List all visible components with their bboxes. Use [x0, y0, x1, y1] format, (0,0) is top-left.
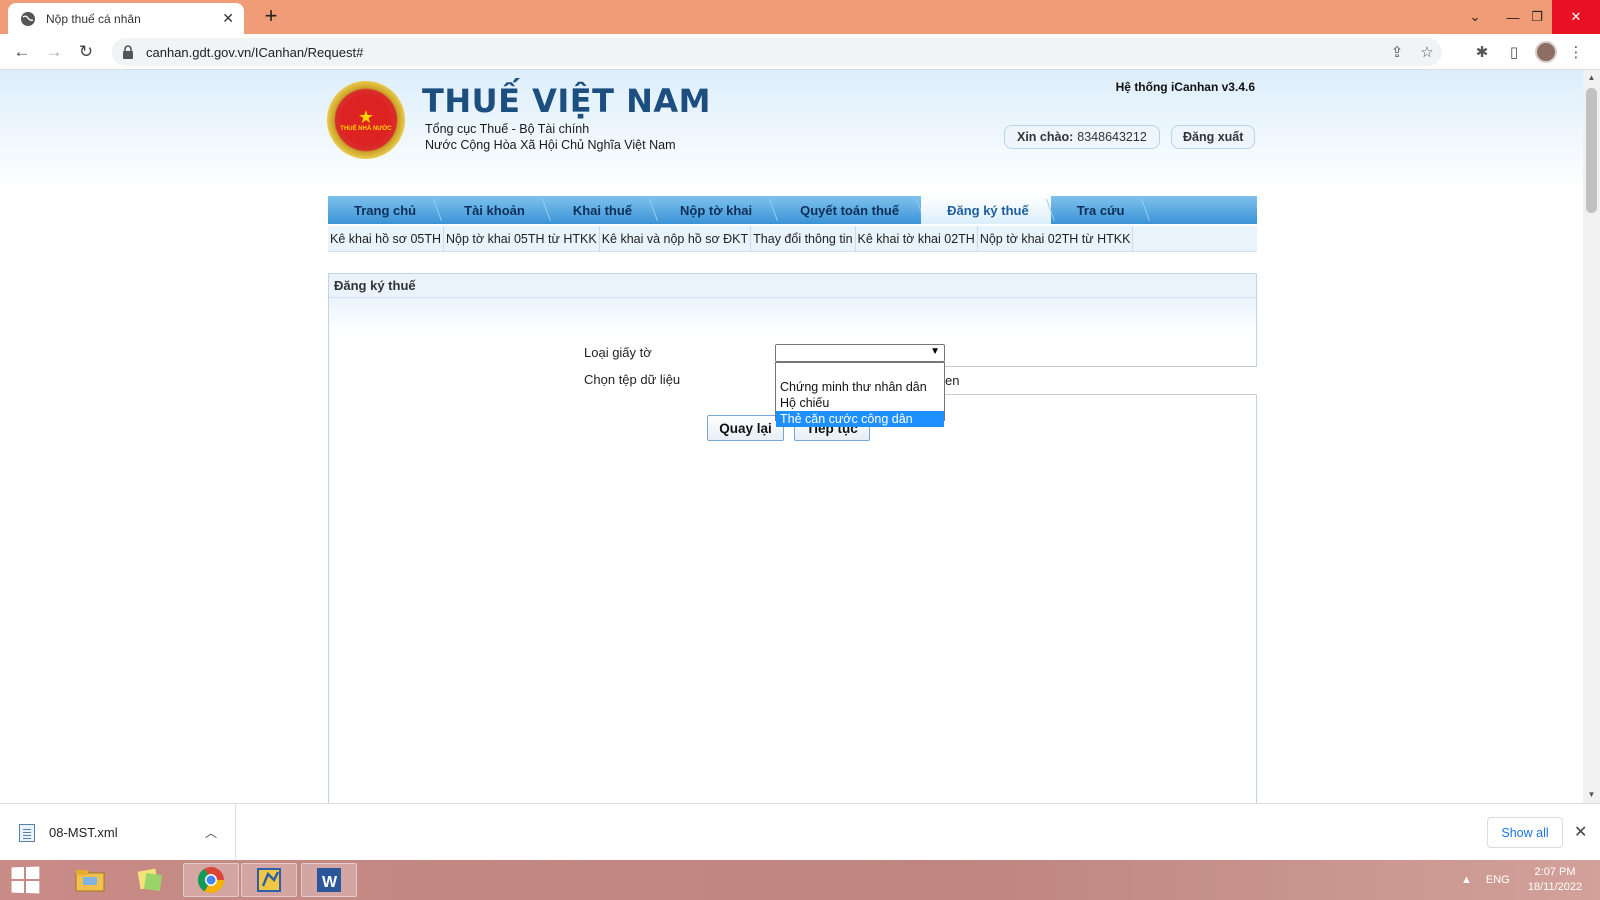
address-bar[interactable]: canhan.gdt.gov.vn/ICanhan/Request# ⇪ ☆ [112, 38, 1442, 66]
sub-nav: Kê khai hồ sơ 05TH Nộp tờ khai 05TH từ H… [328, 226, 1257, 252]
close-tab-icon[interactable]: ✕ [222, 10, 234, 27]
doc-type-select[interactable]: ▼ [775, 344, 945, 362]
browser-titlebar: Nộp thuế cá nhân ✕ + ⌄ — ❐ ✕ [0, 0, 1600, 34]
windows-taskbar: W ▲ ENG 2:07 PM 18/11/2022 [0, 860, 1600, 900]
reload-icon[interactable]: ↻ [73, 40, 99, 64]
main-nav: Trang chủ Tài khoản Khai thuế Nộp tờ kha… [328, 196, 1257, 224]
back-button[interactable]: Quay lại [707, 415, 784, 441]
page-viewport: ★ THUẾ NHÀ NƯỚC THUẾ VIỆT NAM Tổng cục T… [0, 70, 1583, 803]
user-greeting: Xin chào: 8348643212 [1004, 125, 1160, 149]
option-identity-card[interactable]: Chứng minh thư nhân dân [776, 379, 944, 395]
subnav-item-dkt-declare[interactable]: Kê khai và nộp hồ sơ ĐKT [600, 226, 752, 252]
national-emblem-logo: ★ THUẾ NHÀ NƯỚC [327, 81, 405, 159]
subnav-item-02th-declare[interactable]: Kê khai tờ khai 02TH [856, 226, 978, 252]
browser-toolbar: ← → ↻ canhan.gdt.gov.vn/ICanhan/Request#… [0, 34, 1600, 70]
scroll-up-icon[interactable]: ▲ [1583, 70, 1600, 86]
profile-avatar[interactable] [1532, 40, 1560, 64]
nav-item-declare-tax[interactable]: Khai thuế [547, 196, 654, 224]
option-citizen-id-card[interactable]: Thẻ căn cước công dân [776, 411, 944, 427]
file-explorer-icon[interactable] [62, 863, 118, 897]
close-downloads-icon[interactable]: ✕ [1574, 822, 1587, 842]
extensions-icon[interactable]: ✱ [1468, 40, 1496, 64]
back-arrow-icon[interactable]: ← [9, 40, 35, 64]
subnav-item-02th-submit[interactable]: Nộp tờ khai 02TH từ HTKK [978, 226, 1134, 252]
panel-title: Đăng ký thuế [329, 274, 1256, 298]
sticky-notes-icon[interactable] [122, 863, 178, 897]
window-close-icon[interactable]: ✕ [1552, 0, 1600, 34]
nav-item-lookup[interactable]: Tra cứu [1051, 196, 1147, 224]
browser-tab[interactable]: Nộp thuế cá nhân ✕ [8, 3, 244, 34]
scrollbar-thumb[interactable] [1586, 88, 1597, 213]
new-tab-icon[interactable]: + [258, 4, 284, 30]
nav-item-account[interactable]: Tài khoản [438, 196, 547, 224]
site-subtitle-ministry: Tổng cục Thuế - Bộ Tài chính [425, 122, 590, 136]
file-label: Chọn tệp dữ liệu [584, 372, 681, 387]
chevron-up-icon[interactable]: ︿ [205, 824, 217, 841]
language-indicator[interactable]: ENG [1486, 874, 1510, 886]
file-chooser-field[interactable]: en [942, 366, 1257, 395]
downloads-bar: 08-MST.xml ︿ Show all ✕ [0, 803, 1600, 861]
tray-expand-icon[interactable]: ▲ [1461, 874, 1472, 886]
page-scrollbar[interactable]: ▲ ▼ [1583, 70, 1600, 803]
tab-search-icon[interactable]: ⌄ [1460, 0, 1490, 34]
forward-arrow-icon[interactable]: → [41, 40, 67, 64]
windows-start-icon[interactable] [9, 864, 43, 895]
subnav-item-05th-declare[interactable]: Kê khai hồ sơ 05TH [328, 226, 445, 252]
nav-item-tax-finalization[interactable]: Quyết toán thuế [774, 196, 921, 224]
taskbar-clock[interactable]: 2:07 PM 18/11/2022 [1525, 865, 1585, 895]
menu-kebab-icon[interactable]: ⋮ [1562, 40, 1590, 64]
lock-icon [122, 45, 136, 59]
word-icon[interactable]: W [301, 863, 357, 897]
subnav-item-change-info[interactable]: Thay đổi thông tin [751, 226, 856, 252]
tax-software-icon[interactable] [241, 863, 297, 897]
side-panel-icon[interactable]: ▯ [1500, 40, 1528, 64]
globe-icon [20, 11, 36, 27]
nav-item-submit-declaration[interactable]: Nộp tờ khai [654, 196, 774, 224]
subnav-item-05th-submit[interactable]: Nộp tờ khai 05TH từ HTKK [444, 226, 600, 252]
show-all-button[interactable]: Show all [1487, 817, 1563, 848]
url-text: canhan.gdt.gov.vn/ICanhan/Request# [146, 44, 364, 60]
site-title: THUẾ VIỆT NAM [422, 82, 711, 120]
user-id: 8348643212 [1077, 130, 1147, 144]
chevron-down-icon: ▼ [930, 346, 940, 357]
doc-type-label: Loại giấy tờ [584, 345, 652, 360]
xml-file-icon [19, 823, 35, 842]
download-item[interactable]: 08-MST.xml ︿ [0, 804, 236, 861]
chrome-icon[interactable] [183, 863, 239, 897]
tab-title: Nộp thuế cá nhân [46, 11, 141, 26]
nav-item-tax-registration[interactable]: Đăng ký thuế [921, 196, 1051, 224]
bookmark-star-icon[interactable]: ☆ [1412, 43, 1442, 61]
site-subtitle-country: Nước Cộng Hòa Xã Hội Chủ Nghĩa Việt Nam [425, 138, 676, 152]
scroll-down-icon[interactable]: ▼ [1583, 787, 1600, 803]
option-passport[interactable]: Hộ chiếu [776, 395, 944, 411]
doc-type-dropdown-list: Chứng minh thư nhân dân Hộ chiếu Thẻ căn… [775, 362, 945, 427]
svg-text:W: W [322, 874, 338, 891]
restore-icon[interactable]: ❐ [1522, 0, 1552, 34]
system-tray: ▲ ENG [1461, 860, 1510, 900]
logout-button[interactable]: Đăng xuất [1171, 125, 1256, 149]
nav-item-home[interactable]: Trang chủ [328, 196, 438, 224]
share-icon[interactable]: ⇪ [1382, 43, 1412, 61]
system-version: Hệ thống iCanhan v3.4.6 [1115, 80, 1255, 94]
download-file-name: 08-MST.xml [49, 825, 118, 840]
